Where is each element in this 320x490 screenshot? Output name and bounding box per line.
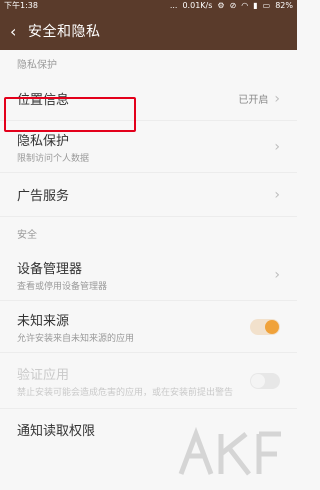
wifi-icon: ◠ — [241, 1, 249, 10]
mute-icon: ⊘ — [229, 1, 237, 10]
privacy-label: 隐私保护 — [17, 133, 70, 149]
location-status: 已开启 — [238, 95, 269, 106]
status-bar: 下午1:38 ... 0.01K/s ⚙ ⊘ ◠ ▮ ▭ 82% — [0, 0, 297, 12]
signal-icon: ▮ — [253, 1, 258, 10]
back-chevron-icon[interactable]: ‹ — [10, 22, 28, 41]
privacy-protection-row[interactable]: 隐私保护 限制访问个人数据 › — [0, 121, 297, 173]
page-title: 安全和隐私 — [28, 24, 101, 40]
app-header: ‹ 安全和隐私 — [0, 12, 297, 50]
verify-apps-sub: 禁止安装可能会造成危害的应用，或在安装前提出警告 — [17, 387, 234, 398]
status-center: ... — [169, 1, 178, 10]
battery-icon: ▭ — [262, 1, 271, 10]
unknown-sources-toggle[interactable] — [250, 318, 280, 335]
unknown-sources-label: 未知来源 — [17, 313, 70, 329]
unknown-sources-sub: 允许安装来自未知来源的应用 — [17, 333, 135, 344]
verify-apps-label: 验证应用 — [17, 367, 70, 383]
verify-apps-toggle[interactable] — [250, 372, 280, 389]
unknown-sources-row[interactable]: 未知来源 允许安装来自未知来源的应用 — [0, 301, 297, 353]
section-header-privacy: 隐私保护 — [17, 60, 57, 71]
network-speed: 0.01K/s — [182, 1, 213, 10]
toggle-knob — [265, 319, 279, 334]
ads-label: 广告服务 — [17, 189, 70, 204]
settings-icon: ⚙ — [217, 1, 225, 10]
status-time: 下午1:38 — [4, 1, 38, 10]
watermark-logo-icon — [178, 426, 281, 476]
device-manager-label: 设备管理器 — [17, 261, 83, 277]
device-manager-row[interactable]: 设备管理器 查看或停用设备管理器 › — [0, 249, 297, 301]
verify-apps-row[interactable]: 验证应用 禁止安装可能会造成危害的应用，或在安装前提出警告 — [0, 353, 297, 409]
privacy-sub: 限制访问个人数据 — [17, 153, 90, 164]
section-header-security: 安全 — [17, 229, 37, 241]
chevron-right-icon: › — [274, 138, 280, 155]
location-label: 位置信息 — [17, 93, 70, 108]
location-row[interactable]: 位置信息 已开启 › — [0, 77, 297, 121]
ads-service-row[interactable]: 广告服务 › — [0, 173, 297, 217]
chevron-right-icon: › — [274, 90, 280, 107]
toggle-knob — [251, 373, 265, 388]
chevron-right-icon: › — [274, 186, 280, 203]
chevron-right-icon: › — [274, 266, 280, 283]
device-manager-sub: 查看或停用设备管理器 — [17, 281, 108, 292]
status-right: ... 0.01K/s ⚙ ⊘ ◠ ▮ ▭ 82% — [170, 0, 293, 12]
battery-percent: 82% — [275, 1, 293, 10]
notification-access-label: 通知读取权限 — [17, 423, 96, 439]
